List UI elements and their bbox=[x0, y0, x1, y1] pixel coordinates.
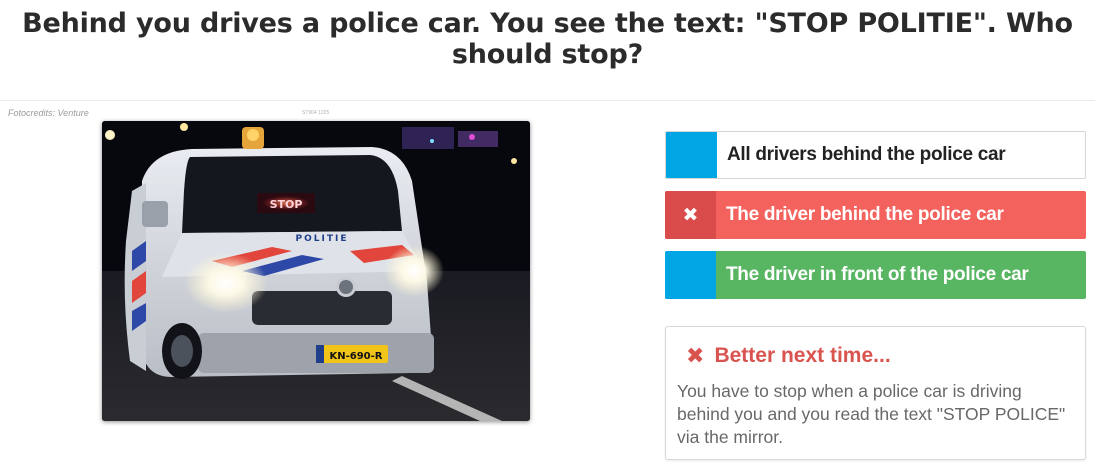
answer-option-1[interactable]: All drivers behind the police car bbox=[665, 131, 1086, 179]
answers-list: All drivers behind the police car ✖ The … bbox=[665, 131, 1086, 311]
answer-label: The driver behind the police car bbox=[726, 204, 1004, 225]
quiz-page: Behind you drives a police car. You see … bbox=[0, 0, 1095, 467]
photo-code: ST904 1225 bbox=[302, 110, 330, 116]
answer-marker bbox=[665, 251, 716, 299]
hood-text: POLITIE bbox=[296, 234, 349, 244]
answer-label: The driver in front of the police car bbox=[726, 264, 1029, 285]
plate-text: KN-690-R bbox=[330, 351, 383, 362]
header-divider bbox=[0, 100, 1095, 101]
sign-text: STOP bbox=[270, 198, 303, 211]
wrong-x-icon: ✖ bbox=[665, 191, 716, 239]
answer-label: All drivers behind the police car bbox=[727, 144, 1006, 165]
feedback-heading: ✖ Better next time... bbox=[686, 343, 891, 369]
feedback-title: Better next time... bbox=[714, 344, 891, 367]
police-van-photo: STOP POLITIE KN-690-R bbox=[102, 121, 530, 421]
close-x-icon: ✖ bbox=[686, 343, 705, 368]
answer-option-2[interactable]: ✖ The driver behind the police car bbox=[665, 191, 1086, 239]
answer-option-3[interactable]: The driver in front of the police car bbox=[665, 251, 1086, 299]
answer-marker bbox=[666, 132, 717, 178]
feedback-explanation: You have to stop when a police car is dr… bbox=[677, 381, 1066, 447]
photo-credits: Fotocredits: Venture bbox=[8, 108, 89, 118]
feedback-card: ✖ Better next time... You have to stop w… bbox=[665, 326, 1086, 460]
question-text: Behind you drives a police car. You see … bbox=[22, 8, 1073, 70]
